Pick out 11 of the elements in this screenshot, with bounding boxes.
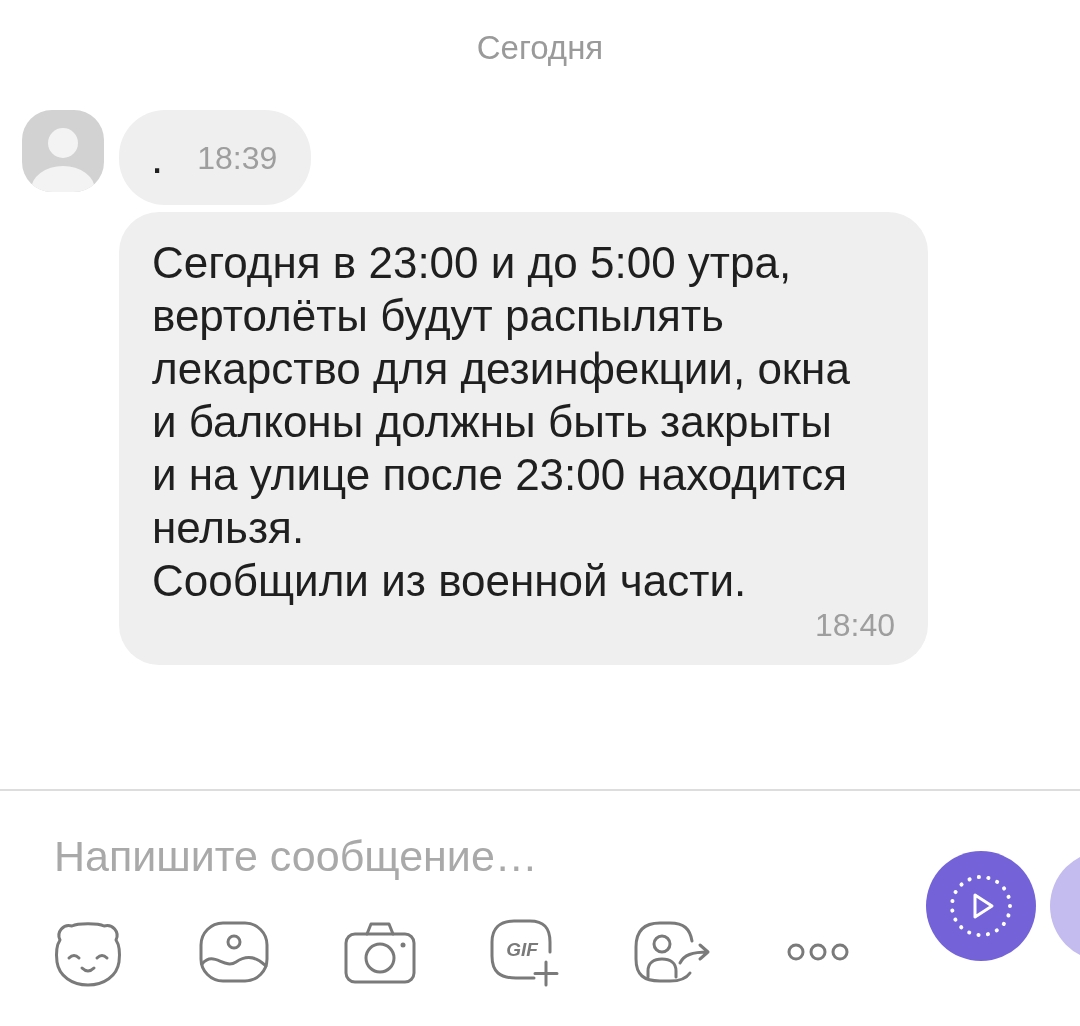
- image-icon: [198, 920, 270, 984]
- message-text: .: [151, 132, 164, 184]
- three-dots-icon: [786, 942, 850, 962]
- date-divider-label: Сегодня: [476, 29, 604, 66]
- gif-button[interactable]: GIF: [486, 916, 566, 988]
- person-arrow-icon: [632, 919, 712, 985]
- message-time: 18:39: [197, 139, 278, 176]
- message-input[interactable]: Напишите сообщение…: [54, 821, 874, 891]
- dotted-play-icon: [949, 874, 1013, 938]
- message-text: Сегодня в 23:00 и до 5:00 утра, вертолёты будут распылять лекарство для дезинфекции, окна и балконы должны быть закрыты и на улице после 23:00 находится нельзя. Сообщили из военной части.: [152, 237, 851, 607]
- message-time: 18:40: [813, 607, 895, 643]
